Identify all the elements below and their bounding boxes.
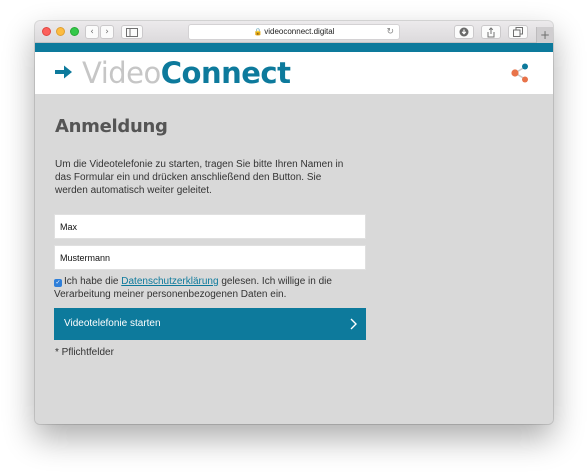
download-icon xyxy=(459,27,469,37)
chevron-right-icon xyxy=(350,318,357,330)
start-button-label: Videotelefonie starten xyxy=(64,318,161,329)
address-bar[interactable]: 🔒 videoconnect.digital ↻ xyxy=(188,24,400,40)
tabs-icon xyxy=(513,27,523,37)
download-button[interactable] xyxy=(454,25,474,39)
privacy-policy-link[interactable]: Datenschutzerklärung xyxy=(121,276,218,287)
privacy-consent: ✓ Ich habe die Datenschutzerklärung geles… xyxy=(54,275,354,301)
intro-text: Um die Videotelefonie zu starten, tragen… xyxy=(55,159,344,196)
required-fields-note: * Pflichtfelder xyxy=(55,347,114,358)
maximize-window-button[interactable] xyxy=(70,27,79,36)
new-tab-button[interactable]: + xyxy=(536,27,553,43)
back-button[interactable]: ‹ xyxy=(85,25,99,39)
sidebar-icon xyxy=(126,28,138,37)
logo-text-connect: Connect xyxy=(160,56,291,90)
close-window-button[interactable] xyxy=(42,27,51,36)
consent-text-before: Ich habe die xyxy=(64,276,122,287)
share-icon xyxy=(487,27,495,38)
browser-toolbar: ‹ › 🔒 videoconnect.digital ↻ + xyxy=(35,21,553,43)
last-name-input[interactable] xyxy=(54,245,366,270)
arrows-logo-icon xyxy=(55,65,72,79)
site-logo[interactable]: VideoConnect xyxy=(82,56,291,90)
url-text: videoconnect.digital xyxy=(264,27,335,36)
consent-checkbox[interactable]: ✓ xyxy=(54,279,62,287)
minimize-window-button[interactable] xyxy=(56,27,65,36)
forward-button[interactable]: › xyxy=(100,25,114,39)
site-header: VideoConnect xyxy=(35,52,553,94)
tabs-overview-button[interactable] xyxy=(508,25,528,39)
login-form-section: Anmeldung Um die Videotelefonie zu start… xyxy=(35,94,553,424)
reload-icon[interactable]: ↻ xyxy=(386,25,394,39)
browser-window: ‹ › 🔒 videoconnect.digital ↻ + VideoConne… xyxy=(35,21,553,424)
share-button[interactable] xyxy=(481,25,501,39)
first-name-input[interactable] xyxy=(54,214,366,239)
network-share-icon[interactable] xyxy=(510,62,532,84)
start-video-call-button[interactable]: Videotelefonie starten xyxy=(54,308,366,340)
lock-icon: 🔒 xyxy=(253,28,263,36)
sidebar-toggle-button[interactable] xyxy=(121,25,143,39)
top-accent-bar xyxy=(35,43,553,52)
page-title: Anmeldung xyxy=(55,116,168,137)
logo-text-video: Video xyxy=(82,56,161,90)
